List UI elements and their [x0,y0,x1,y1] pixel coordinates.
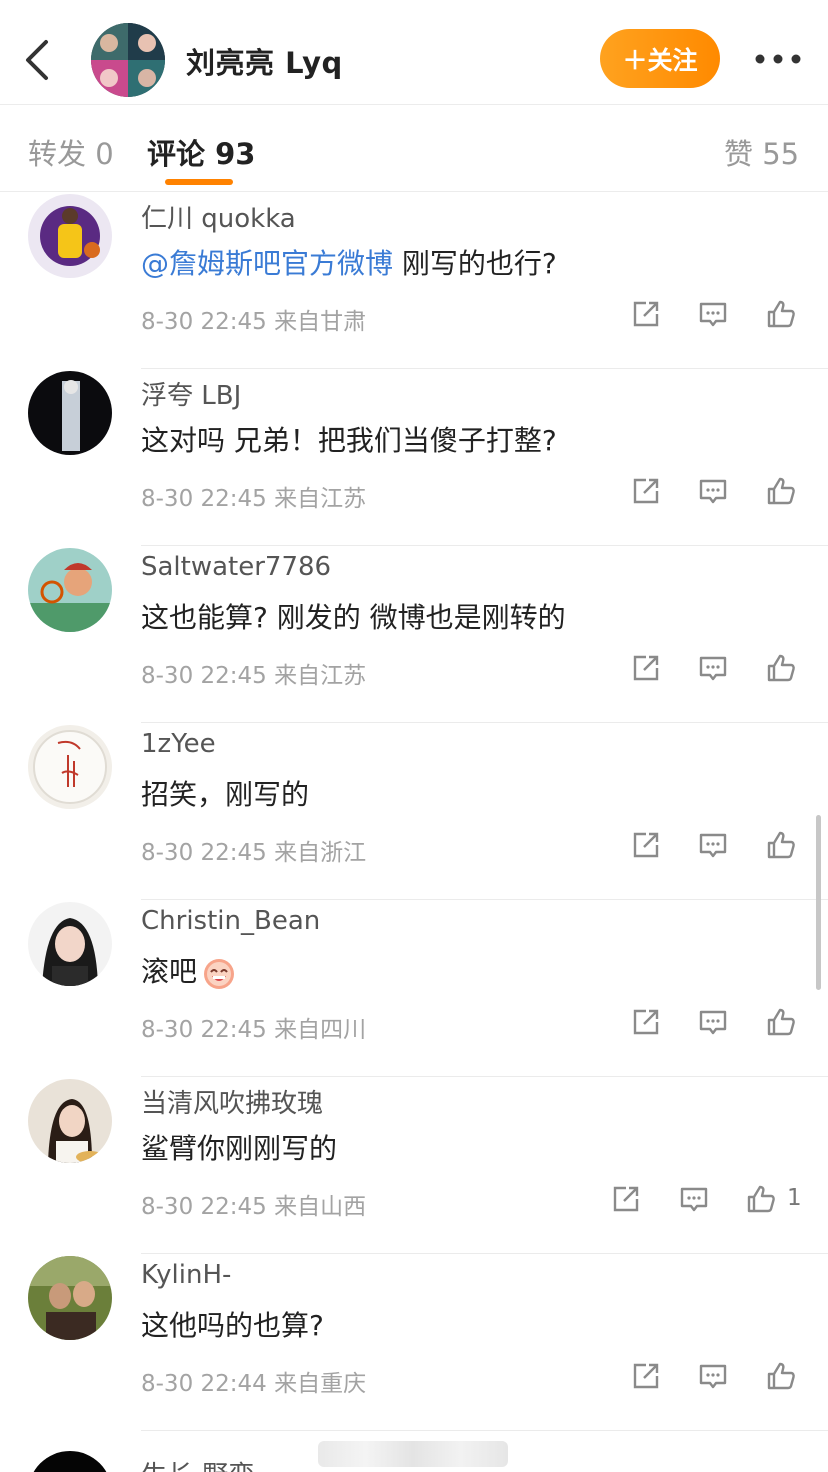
top-bar: 刘亮亮 Lyq ＋关注 [0,0,828,104]
repost-icon[interactable] [630,1006,662,1038]
comment-time: 8-30 22:45 [141,1017,267,1043]
reply-icon[interactable] [697,1360,729,1392]
comment-location: 来自山西 [274,1194,367,1220]
tab-reposts[interactable]: 转发 0 [28,131,114,173]
comment-item: Christin_Bean 滚吧 8-30 22:45 来自四川 [0,900,828,1077]
like-count: 1 [787,1185,802,1211]
reply-icon[interactable] [678,1183,710,1215]
profile-name[interactable]: 刘亮亮 Lyq [186,40,343,82]
comment-username[interactable]: 生长-野蛮 [141,1455,254,1472]
reply-icon[interactable] [697,298,729,330]
avatar[interactable] [28,1079,112,1163]
comment-time: 8-30 22:45 [141,1194,267,1220]
tab-likes[interactable]: 赞 55 [724,131,799,173]
tab-comments[interactable]: 评论 93 [147,131,255,173]
follow-button[interactable]: ＋关注 [600,29,720,88]
like-icon[interactable] [765,475,797,507]
like-icon[interactable] [765,829,797,861]
comment-meta: 8-30 22:45 来自山西 [141,1187,366,1221]
comment-username[interactable]: 当清风吹拂玫瑰 [141,1083,323,1120]
repost-icon[interactable] [630,829,662,861]
reply-icon[interactable] [697,1006,729,1038]
comment-location: 来自浙江 [274,840,367,866]
avatar[interactable] [28,1451,112,1472]
like-icon[interactable] [765,1360,797,1392]
comment-username[interactable]: KylinH- [141,1260,231,1290]
comment-text: 这他吗的也算? [141,1309,324,1342]
avatar[interactable] [28,371,112,455]
comment-location: 来自甘肃 [274,309,367,335]
comment-location: 来自四川 [274,1017,367,1043]
laughing-emoji-icon [201,955,237,991]
like-icon[interactable] [765,652,797,684]
comment-location: 来自江苏 [274,486,367,512]
comment-text: @詹姆斯吧官方微博 刚写的也行? [141,242,557,282]
comment-location: 来自江苏 [274,663,367,689]
comment-location: 来自重庆 [274,1371,367,1397]
blurred-overlay [318,1441,508,1467]
comment-item: KylinH- 这他吗的也算? 8-30 22:44 来自重庆 [0,1254,828,1431]
like-icon[interactable] [765,298,797,330]
reply-icon[interactable] [697,475,729,507]
comment-username[interactable]: 1zYee [141,729,216,759]
like-icon[interactable] [745,1183,777,1215]
comment-username[interactable]: Saltwater7786 [141,552,331,582]
comment-item: 当清风吹拂玫瑰 鲨臂你刚刚写的 8-30 22:45 来自山西 1 [0,1077,828,1254]
comment-item: 1zYee 招笑，刚写的 8-30 22:45 来自浙江 [0,723,828,900]
comment-time: 8-30 22:45 [141,486,267,512]
repost-icon[interactable] [630,1360,662,1392]
repost-icon[interactable] [630,652,662,684]
comment-text: 鲨臂你刚刚写的 [141,1132,338,1165]
comment-text: 这对吗 兄弟！把我们当傻子打整? [141,424,557,457]
avatar[interactable] [28,725,112,809]
more-options-icon[interactable] [752,44,804,74]
profile-avatar[interactable] [91,23,165,97]
active-tab-indicator [165,179,233,185]
comment-meta: 8-30 22:44 来自重庆 [141,1364,366,1398]
comment-meta: 8-30 22:45 来自浙江 [141,833,366,867]
repost-icon[interactable] [630,298,662,330]
repost-icon[interactable] [610,1183,642,1215]
comment-body: 滚吧 [141,955,198,988]
repost-icon[interactable] [630,475,662,507]
reply-icon[interactable] [697,829,729,861]
comment-meta: 8-30 22:45 来自江苏 [141,479,366,513]
comment-meta: 8-30 22:45 来自江苏 [141,656,366,690]
avatar[interactable] [28,1256,112,1340]
like-icon[interactable] [765,1006,797,1038]
avatar[interactable] [28,194,112,278]
mention-link[interactable]: @詹姆斯吧官方微博 [141,247,393,280]
avatar[interactable] [28,548,112,632]
comment-item: Saltwater7786 这也能算? 刚发的 微博也是刚转的 8-30 22:… [0,546,828,723]
reply-icon[interactable] [697,652,729,684]
comment-text: 滚吧 [141,950,237,991]
comment-time: 8-30 22:45 [141,663,267,689]
comment-item: 仁川 quokka @詹姆斯吧官方微博 刚写的也行? 8-30 22:45 来自… [0,192,828,369]
tab-bar: 转发 0 评论 93 赞 55 [0,104,828,192]
comment-username[interactable]: 浮夸 LBJ [141,375,241,412]
back-arrow-icon[interactable] [18,36,58,84]
comment-text: 这也能算? 刚发的 微博也是刚转的 [141,601,566,634]
comment-text: 招笑，刚写的 [141,778,310,811]
comment-item: 浮夸 LBJ 这对吗 兄弟！把我们当傻子打整? 8-30 22:45 来自江苏 [0,369,828,546]
scrollbar[interactable] [816,815,821,990]
comment-list: 仁川 quokka @詹姆斯吧官方微博 刚写的也行? 8-30 22:45 来自… [0,192,828,1472]
comment-meta: 8-30 22:45 来自甘肃 [141,302,366,336]
comment-time: 8-30 22:45 [141,309,267,335]
comment-time: 8-30 22:44 [141,1371,267,1397]
comment-time: 8-30 22:45 [141,840,267,866]
comment-username[interactable]: Christin_Bean [141,906,320,936]
comment-meta: 8-30 22:45 来自四川 [141,1010,366,1044]
avatar[interactable] [28,902,112,986]
comment-username[interactable]: 仁川 quokka [141,198,296,235]
comment-body: 刚写的也行? [393,247,557,280]
